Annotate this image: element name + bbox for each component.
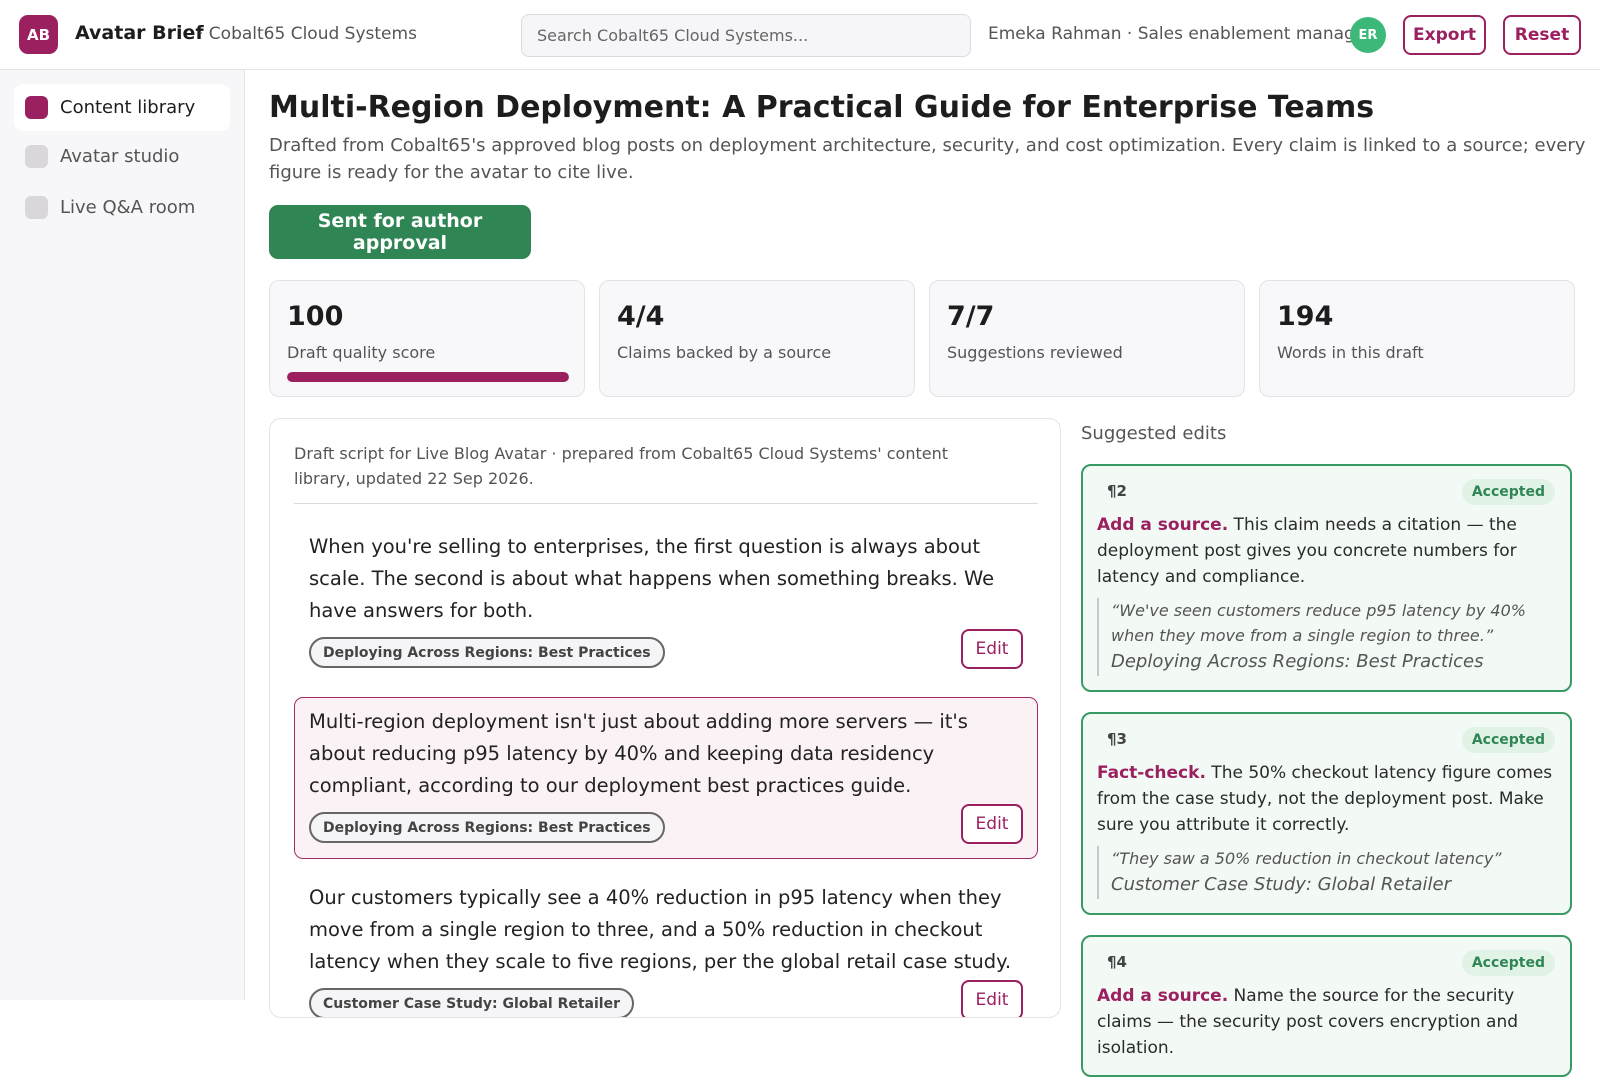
suggestion-card[interactable]: ¶2 Accepted Add a source. This claim nee… [1081,464,1572,692]
top-bar: AB Avatar Brief · Cobalt65 Cloud Systems… [0,0,1600,70]
sidebar-item-content-library[interactable]: Content library [14,84,230,131]
page-subtitle: Drafted from Cobalt65's approved blog po… [269,135,1586,183]
suggested-edits-heading: Suggested edits [1081,423,1227,444]
source-quote: “They saw a 50% reduction in checkout la… [1097,846,1556,899]
approval-status-button[interactable]: Sent for author approval [269,205,531,259]
edit-button[interactable]: Edit [961,804,1023,844]
draft-meta: Draft script for Live Blog Avatar · prep… [294,444,949,488]
sidebar: Content library Avatar studio Live Q&A r… [0,70,245,1000]
quality-progress-bar [287,372,569,382]
quality-progress-fill [287,372,569,382]
org-name: · Cobalt65 Cloud Systems [198,24,417,44]
content-library-icon [25,96,48,119]
sidebar-item-live-qa-room[interactable]: Live Q&A room [14,184,230,231]
edit-button[interactable]: Edit [961,980,1023,1017]
quote-source: Customer Case Study: Global Retailer [1111,874,1451,895]
suggestion-body: Add a source. This claim needs a citatio… [1097,512,1556,590]
avatar-studio-icon [25,145,48,168]
draft-paragraph[interactable]: When you're selling to enterprises, the … [294,522,1038,684]
suggestion-kind: Add a source. [1097,986,1229,1006]
suggestion-body: Fact-check. The 50% checkout latency fig… [1097,760,1556,838]
stat-label: Claims backed by a source [617,343,832,362]
paragraph-ref: ¶3 [1107,730,1127,748]
user-avatar[interactable]: ER [1350,17,1386,53]
quote-source: Deploying Across Regions: Best Practices [1111,651,1484,672]
draft-paragraph[interactable]: Our customers typically see a 40% reduct… [294,873,1038,1017]
reset-button[interactable]: Reset [1503,15,1581,55]
stat-card-words: 194 Words in this draft [1259,280,1575,397]
suggestion-kind: Fact-check. [1097,763,1206,783]
stat-value: 194 [1277,301,1334,332]
sidebar-item-label: Live Q&A room [60,197,196,218]
suggestion-card[interactable]: ¶4 Accepted Add a source. Name the sourc… [1081,935,1572,1077]
status-badge: Accepted [1461,950,1555,976]
stat-value: 7/7 [947,301,995,332]
stat-card-claims: 4/4 Claims backed by a source [599,280,915,397]
quote-text: “We've seen customers reduce p95 latency… [1111,601,1526,645]
paragraph-text: Multi-region deployment isn't just about… [309,710,968,797]
stat-value: 4/4 [617,301,665,332]
sidebar-item-label: Avatar studio [60,146,180,167]
user-label: Emeka Rahman · Sales enablement manager [988,24,1373,44]
suggestion-card[interactable]: ¶3 Accepted Fact-check. The 50% checkout… [1081,712,1572,915]
stat-card-quality: 100 Draft quality score [269,280,585,397]
app-title: Avatar Brief [75,22,204,44]
suggestion-body: Add a source. Name the source for the se… [1097,983,1556,1061]
search-input[interactable] [521,14,971,57]
paragraph-ref: ¶2 [1107,482,1127,500]
divider [294,503,1038,504]
stat-label: Words in this draft [1277,343,1424,362]
sidebar-item-label: Content library [60,97,196,118]
edit-button[interactable]: Edit [961,629,1023,669]
draft-paragraph-highlighted[interactable]: Multi-region deployment isn't just about… [294,697,1038,859]
status-badge: Accepted [1461,727,1555,753]
status-badge: Accepted [1461,479,1555,505]
suggestion-kind: Add a source. [1097,515,1229,535]
stat-card-suggestions: 7/7 Suggestions reviewed [929,280,1245,397]
draft-script-panel: Draft script for Live Blog Avatar · prep… [269,418,1061,1018]
stat-value: 100 [287,301,344,332]
source-tag[interactable]: Deploying Across Regions: Best Practices [309,812,665,843]
paragraph-text: Our customers typically see a 40% reduct… [309,886,1012,973]
source-tag[interactable]: Customer Case Study: Global Retailer [309,988,634,1017]
source-quote: “We've seen customers reduce p95 latency… [1097,598,1556,676]
paragraph-text: When you're selling to enterprises, the … [309,535,995,622]
main-content: Multi-Region Deployment: A Practical Gui… [245,70,1600,1077]
app-logo: AB [19,15,58,54]
live-qa-room-icon [25,196,48,219]
stat-label: Suggestions reviewed [947,343,1123,362]
page-title: Multi-Region Deployment: A Practical Gui… [269,90,1375,125]
sidebar-item-avatar-studio[interactable]: Avatar studio [14,133,230,180]
stat-label: Draft quality score [287,343,436,362]
export-button[interactable]: Export [1403,15,1486,55]
quote-text: “They saw a 50% reduction in checkout la… [1111,849,1502,868]
source-tag[interactable]: Deploying Across Regions: Best Practices [309,637,665,668]
paragraph-ref: ¶4 [1107,953,1127,971]
